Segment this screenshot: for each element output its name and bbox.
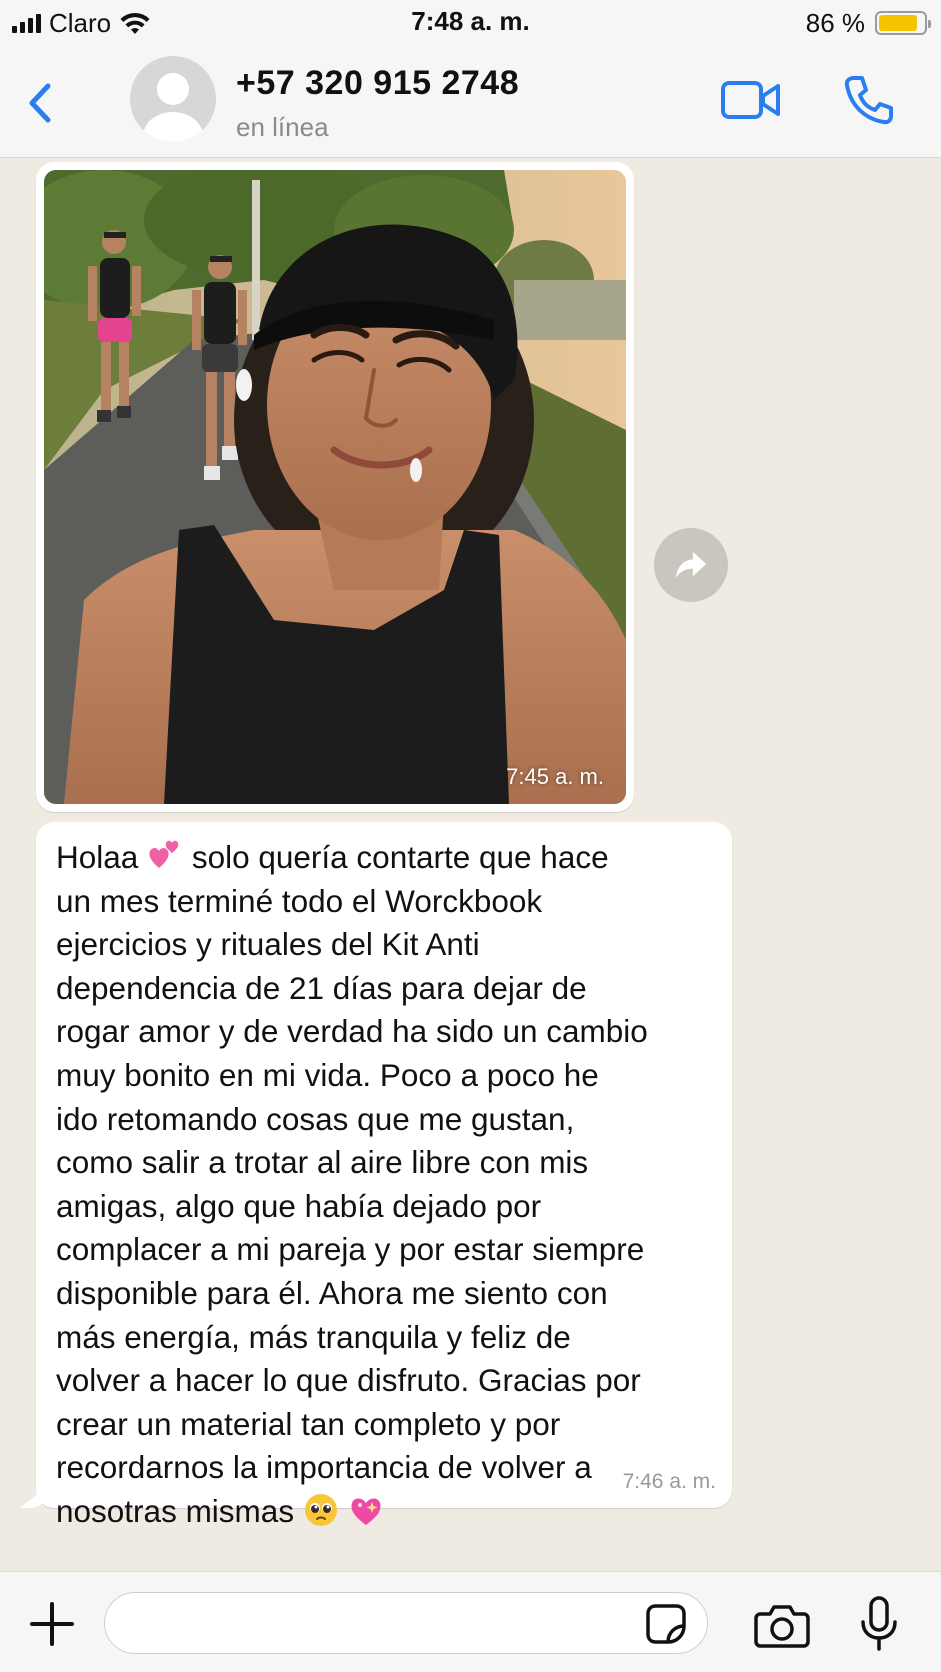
status-time: 7:48 a. m. [411, 6, 530, 36]
phone-icon [844, 76, 893, 125]
microphone-icon [861, 1596, 897, 1651]
message-line-text: solo quería contarte que hace [183, 839, 609, 875]
text-message-time: 7:46 a. m. [622, 1470, 716, 1493]
image-message-time: 7:45 a. m. [506, 764, 604, 789]
sticker-icon [646, 1604, 686, 1644]
message-line: rogar amor y de verdad ha sido un cambio [56, 1013, 648, 1050]
image-message-bubble[interactable]: 7:45 a. m. [36, 162, 634, 812]
pleading-face-emoji [304, 1493, 337, 1526]
forward-button[interactable] [654, 528, 728, 602]
composer-bar [0, 1571, 941, 1672]
status-right: 86 % [805, 6, 931, 40]
message-input[interactable] [104, 1592, 708, 1654]
microphone-button[interactable] [860, 1596, 898, 1652]
message-line: dependencia de 21 días para dejar de [56, 969, 587, 1006]
voice-call-button[interactable] [842, 74, 894, 126]
plus-icon [30, 1602, 74, 1646]
message-line: recordarnos la importancia de volver a [56, 1449, 592, 1486]
contact-name[interactable]: +57 320 915 2748 [236, 64, 519, 103]
two-hearts-emoji [149, 840, 179, 868]
message-line: ido retomando cosas que me gustan, [56, 1100, 575, 1137]
message-text: Holaa solo quería contarte que hace un m… [56, 836, 720, 1534]
sparkling-heart-emoji [351, 1498, 381, 1525]
camera-icon [754, 1605, 810, 1648]
runner-selfie-image [44, 170, 626, 804]
message-line: crear un material tan completo y por [56, 1405, 561, 1442]
attach-button[interactable] [28, 1600, 76, 1648]
message-line-text: nosotras mismas [56, 1492, 303, 1529]
battery-icon [875, 11, 931, 35]
message-line: volver a hacer lo que disfruto. Gracias … [56, 1362, 641, 1399]
message-line: amigas, algo que había dejado por [56, 1187, 542, 1224]
back-button[interactable] [20, 78, 60, 128]
battery-level [879, 15, 917, 31]
message-line: más energía, más tranquila y feliz de [56, 1318, 571, 1355]
message-line: Holaa solo quería contarte que hace [56, 836, 720, 880]
text-message-bubble[interactable]: Holaa solo quería contarte que hace un m… [36, 822, 732, 1529]
chat-header: +57 320 915 2748 en línea [0, 48, 941, 158]
message-line: complacer a mi pareja y por estar siempr… [56, 1231, 645, 1268]
message-line: un mes terminé todo el Worckbook [56, 882, 543, 919]
sticker-button[interactable] [644, 1602, 688, 1646]
contact-avatar[interactable] [130, 56, 216, 142]
contact-status: en línea [236, 112, 329, 142]
message-line-text: Holaa [56, 839, 148, 875]
battery-percent: 86 % [805, 7, 865, 38]
camera-button[interactable] [754, 1602, 810, 1648]
message-line: disponible para él. Ahora me siento con [56, 1274, 608, 1311]
message-line: muy bonito en mi vida. Poco a poco he [56, 1056, 599, 1093]
message-line: como salir a trotar al aire libre con mi… [56, 1144, 589, 1181]
avatar-placeholder-icon [143, 73, 203, 142]
video-call-icon [721, 81, 780, 119]
shared-photo[interactable]: 7:45 a. m. [44, 170, 626, 804]
status-bar: Claro 7:48 a. m. 86 % [0, 0, 941, 48]
video-call-button[interactable] [720, 78, 782, 122]
chat-area[interactable]: 7:45 a. m. Holaa solo quería contarte qu… [0, 158, 941, 1571]
message-line: nosotras mismas [56, 1490, 720, 1534]
chevron-left-icon [29, 83, 51, 123]
message-line: ejercicios y rituales del Kit Anti [56, 926, 480, 963]
forward-icon [675, 551, 707, 579]
